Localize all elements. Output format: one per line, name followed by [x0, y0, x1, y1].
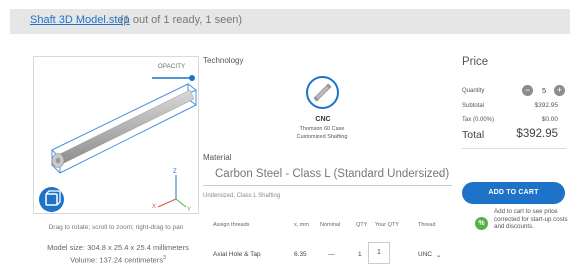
add-to-cart-button[interactable]: ADD TO CART: [462, 182, 565, 204]
cube-icon: [45, 190, 61, 206]
quantity-decrease-button[interactable]: −: [522, 85, 533, 96]
col-assign-threads: Assign threads: [213, 222, 250, 228]
technology-label: Technology: [203, 56, 244, 65]
technology-option-cnc[interactable]: [306, 76, 339, 109]
technology-name: CNC: [315, 116, 331, 123]
material-selected-value: Carbon Steel - Class L (Standard Undersi…: [215, 168, 450, 180]
view-cube-button[interactable]: [39, 187, 64, 212]
model-size: Model size: 304.8 x 25.4 x 25.4 millimet…: [47, 243, 189, 252]
axis-y-label: Y: [187, 207, 191, 213]
thread-type-select[interactable]: UNC: [418, 251, 432, 258]
volume-unit-sup: 3: [163, 255, 166, 261]
chevron-down-icon[interactable]: ⌄: [436, 251, 441, 259]
viewer-hint: Drag to rotate; scroll to zoom; right-dr…: [48, 224, 184, 231]
total-value: $392.95: [516, 128, 558, 140]
file-header: Shaft 3D Model.step (1 out of 1 ready, 1…: [10, 9, 570, 34]
axis-x-label: X: [152, 204, 156, 210]
chevron-down-icon: ⌄: [437, 169, 444, 178]
col-nominal: Nominal: [320, 222, 341, 228]
material-description: Undersized, Class L Shafting: [203, 193, 281, 199]
discount-icon: %: [475, 217, 488, 230]
opacity-slider-handle: [189, 75, 195, 81]
col-qty: QTY: [356, 222, 368, 228]
shaft-icon: [313, 83, 332, 102]
col-your-qty: Your QTY: [375, 222, 399, 228]
subtotal-label: Subtotal: [462, 103, 485, 109]
your-qty-input[interactable]: 1: [368, 242, 390, 264]
axis-z-label: Z: [173, 169, 177, 175]
material-label: Material: [203, 153, 232, 162]
col-thread: Thread: [418, 222, 436, 228]
file-status: (1 out of 1 ready, 1 seen): [120, 14, 243, 26]
thread-nominal: —: [328, 251, 335, 258]
file-name-link[interactable]: Shaft 3D Model.step: [30, 14, 130, 26]
total-label: Total: [462, 129, 485, 141]
price-divider: [462, 148, 566, 149]
subtotal-value: $392.95: [534, 102, 559, 109]
quantity-label: Quantity: [462, 88, 485, 94]
technology-subtitle: Thomson 60 Case: [299, 126, 345, 132]
thread-x: 6.35: [294, 251, 307, 258]
volume-text: Volume: 137.24 centimeters: [70, 255, 164, 265]
quantity-value: 5: [542, 86, 547, 95]
technology-subtitle-2: Customized Shafting: [296, 134, 348, 140]
thread-name: Axial Hole & Tap: [213, 251, 261, 258]
col-x-mm: x, mm: [294, 222, 309, 228]
promo-text: Add to cart to see price corrected for s…: [494, 208, 568, 231]
material-select[interactable]: Carbon Steel - Class L (Standard Undersi…: [203, 164, 452, 186]
model-info: Model size: 304.8 x 25.4 x 25.4 millimet…: [28, 243, 208, 266]
tax-value: $0.00: [541, 116, 558, 123]
price-title: Price: [462, 56, 489, 68]
quantity-increase-button[interactable]: +: [554, 85, 565, 96]
model-volume: Volume: 137.24 centimeters3: [28, 253, 208, 266]
model-viewer[interactable]: X Z Y OPACITY: [33, 56, 199, 214]
tax-label: Tax (0.00%): [462, 117, 495, 123]
opacity-label: OPACITY: [158, 64, 186, 70]
quote-card: X Z Y OPACITY Drag to rotate; scroll to …: [10, 36, 570, 267]
thread-qty: 1: [358, 251, 362, 258]
